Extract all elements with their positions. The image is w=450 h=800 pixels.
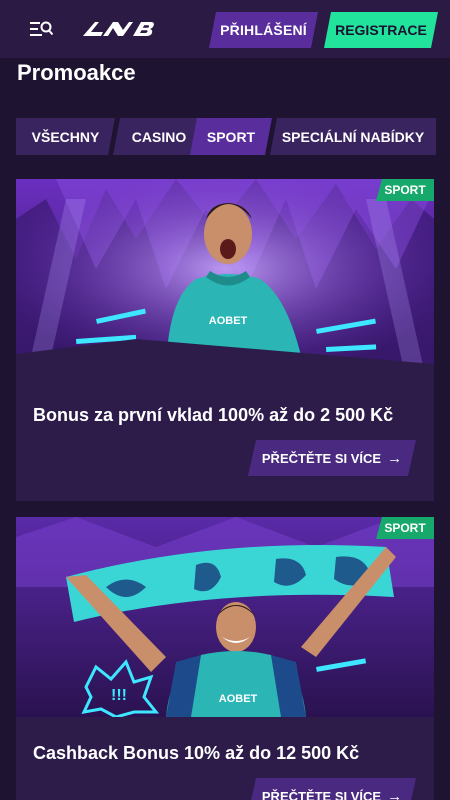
shirt-logo-text: AOBET bbox=[219, 693, 258, 705]
tab-sport[interactable]: SPORT bbox=[190, 118, 272, 155]
promo-title: Cashback Bonus 10% až do 12 500 Kč bbox=[33, 743, 360, 763]
register-button[interactable]: REGISTRACE bbox=[324, 12, 438, 48]
arrow-right-icon: → bbox=[387, 449, 403, 467]
promo-banner-image: AOBET bbox=[16, 179, 434, 379]
read-more-label: PŘEČTĚTE SI VÍCE bbox=[261, 450, 382, 466]
tab-special-offers[interactable]: SPECIÁLNÍ NABÍDKY bbox=[270, 118, 436, 155]
category-badge: SPORT bbox=[376, 517, 434, 539]
top-header: PŘIHLÁŠENÍ REGISTRACE bbox=[0, 0, 450, 58]
category-badge: SPORT bbox=[376, 179, 434, 201]
promo-title: Bonus za první vklad 100% až do 2 500 Kč bbox=[33, 405, 394, 425]
promo-card[interactable]: AOBET !!! SPORT Cashback Bonus 10% až do… bbox=[16, 517, 434, 800]
promo-banner-image: AOBET !!! bbox=[16, 517, 434, 717]
menu-search-icon[interactable] bbox=[30, 19, 54, 39]
promo-card[interactable]: AOBET SPORT Bonus za první vklad 100% až… bbox=[16, 179, 434, 501]
read-more-button[interactable]: PŘEČTĚTE SI VÍCE → bbox=[248, 778, 416, 800]
arrow-right-icon: → bbox=[387, 787, 403, 800]
page-title: Promoakce bbox=[17, 60, 136, 85]
read-more-label: PŘEČTĚTE SI VÍCE bbox=[261, 788, 382, 800]
login-button[interactable]: PŘIHLÁŠENÍ bbox=[209, 12, 318, 48]
shirt-logo-text: AOBET bbox=[209, 315, 248, 327]
sticker-text: !!! bbox=[111, 687, 127, 704]
tab-all[interactable]: VŠECHNY bbox=[16, 118, 115, 155]
read-more-button[interactable]: PŘEČTĚTE SI VÍCE → bbox=[248, 440, 416, 476]
nb-logo-icon[interactable] bbox=[83, 18, 155, 40]
promo-filter-tabs: VŠECHNY CASINO SPORT SPECIÁLNÍ NABÍDKY bbox=[16, 118, 436, 155]
